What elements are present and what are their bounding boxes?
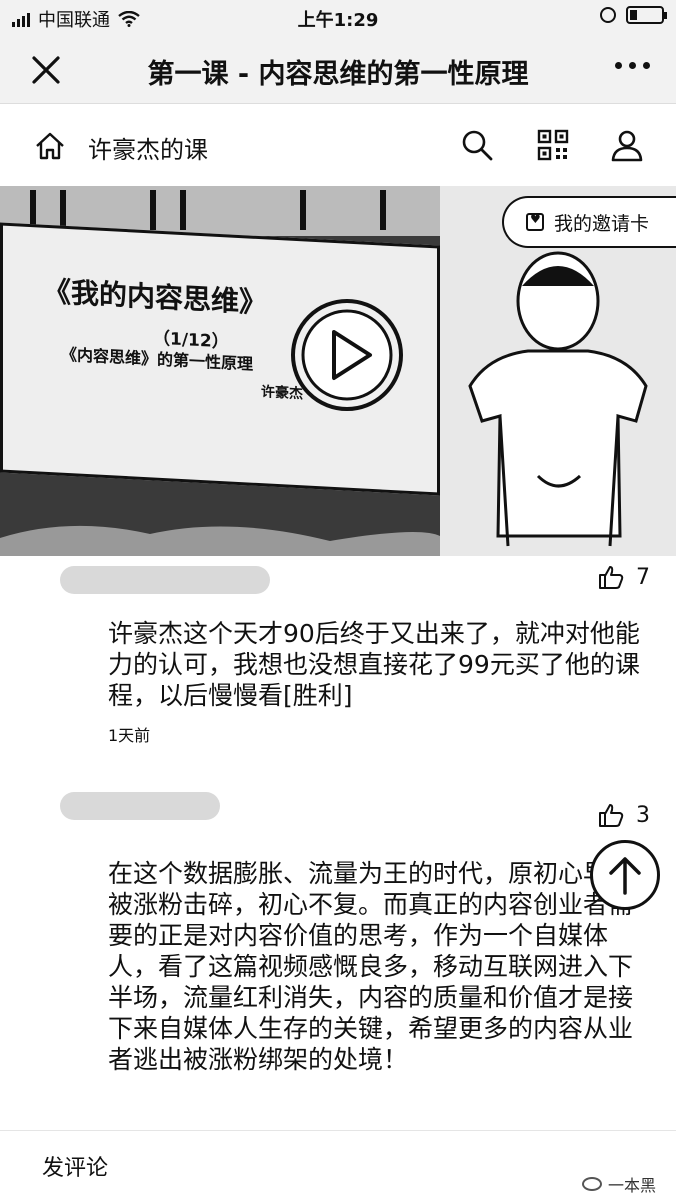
battery-icon xyxy=(626,6,667,24)
commenter-name xyxy=(60,792,220,820)
footer-divider xyxy=(0,1130,676,1131)
nav-bar: 第一课 - 内容思维的第一性原理 xyxy=(0,34,676,104)
play-button[interactable] xyxy=(288,296,406,414)
course-header: 许豪杰的课 xyxy=(0,104,676,186)
alarm-icon xyxy=(600,7,616,23)
invite-card-icon xyxy=(526,212,544,231)
video-player[interactable]: 《我的内容思维》 （1/12） 《内容思维》的第一性原理 许豪杰 我的邀请卡 xyxy=(0,186,676,556)
comment-time: 1天前 xyxy=(108,726,151,745)
qr-code-icon[interactable] xyxy=(536,128,570,162)
user-icon[interactable] xyxy=(610,128,644,162)
thumbs-up-icon xyxy=(599,804,624,827)
watermark: 一本黑 xyxy=(581,1172,656,1196)
watermark-logo-icon xyxy=(581,1177,602,1191)
presenter-image xyxy=(468,251,648,547)
commenter-name xyxy=(60,566,270,594)
comment-text: 在这个数据膨胀、流量为王的时代，原初心早已被涨粉击碎，初心不复。而真正的内容创业… xyxy=(108,859,634,1074)
search-icon[interactable] xyxy=(460,128,494,162)
invite-card-label: 我的邀请卡 xyxy=(554,212,650,235)
more-menu-icon[interactable] xyxy=(615,62,650,69)
status-time: 上午1:29 xyxy=(297,10,379,31)
status-bar: 中国联通 上午1:29 xyxy=(0,0,676,34)
write-comment-button[interactable]: 发评论 xyxy=(42,1150,108,1182)
scroll-top-button[interactable] xyxy=(590,840,660,910)
like-count: 7 xyxy=(636,564,650,590)
home-icon[interactable] xyxy=(34,130,66,162)
like-button[interactable]: 7 xyxy=(598,564,650,590)
arrow-up-icon xyxy=(609,857,641,895)
close-icon[interactable] xyxy=(28,52,64,88)
page-title: 第一课 - 内容思维的第一性原理 xyxy=(147,59,529,90)
watermark-text: 一本黑 xyxy=(607,1176,656,1195)
like-button[interactable]: 3 xyxy=(598,802,650,828)
slide-title: 《我的内容思维》 xyxy=(43,274,268,320)
course-title[interactable]: 许豪杰的课 xyxy=(88,130,208,165)
status-right xyxy=(600,6,667,24)
invite-card-button[interactable]: 我的邀请卡 xyxy=(502,196,676,248)
thumbs-up-icon xyxy=(599,566,624,589)
comment-text: 许豪杰这个天才90后终于又出来了，就冲对他能力的认可，我想也没想直接花了99元买… xyxy=(108,619,640,710)
like-count: 3 xyxy=(636,802,650,828)
